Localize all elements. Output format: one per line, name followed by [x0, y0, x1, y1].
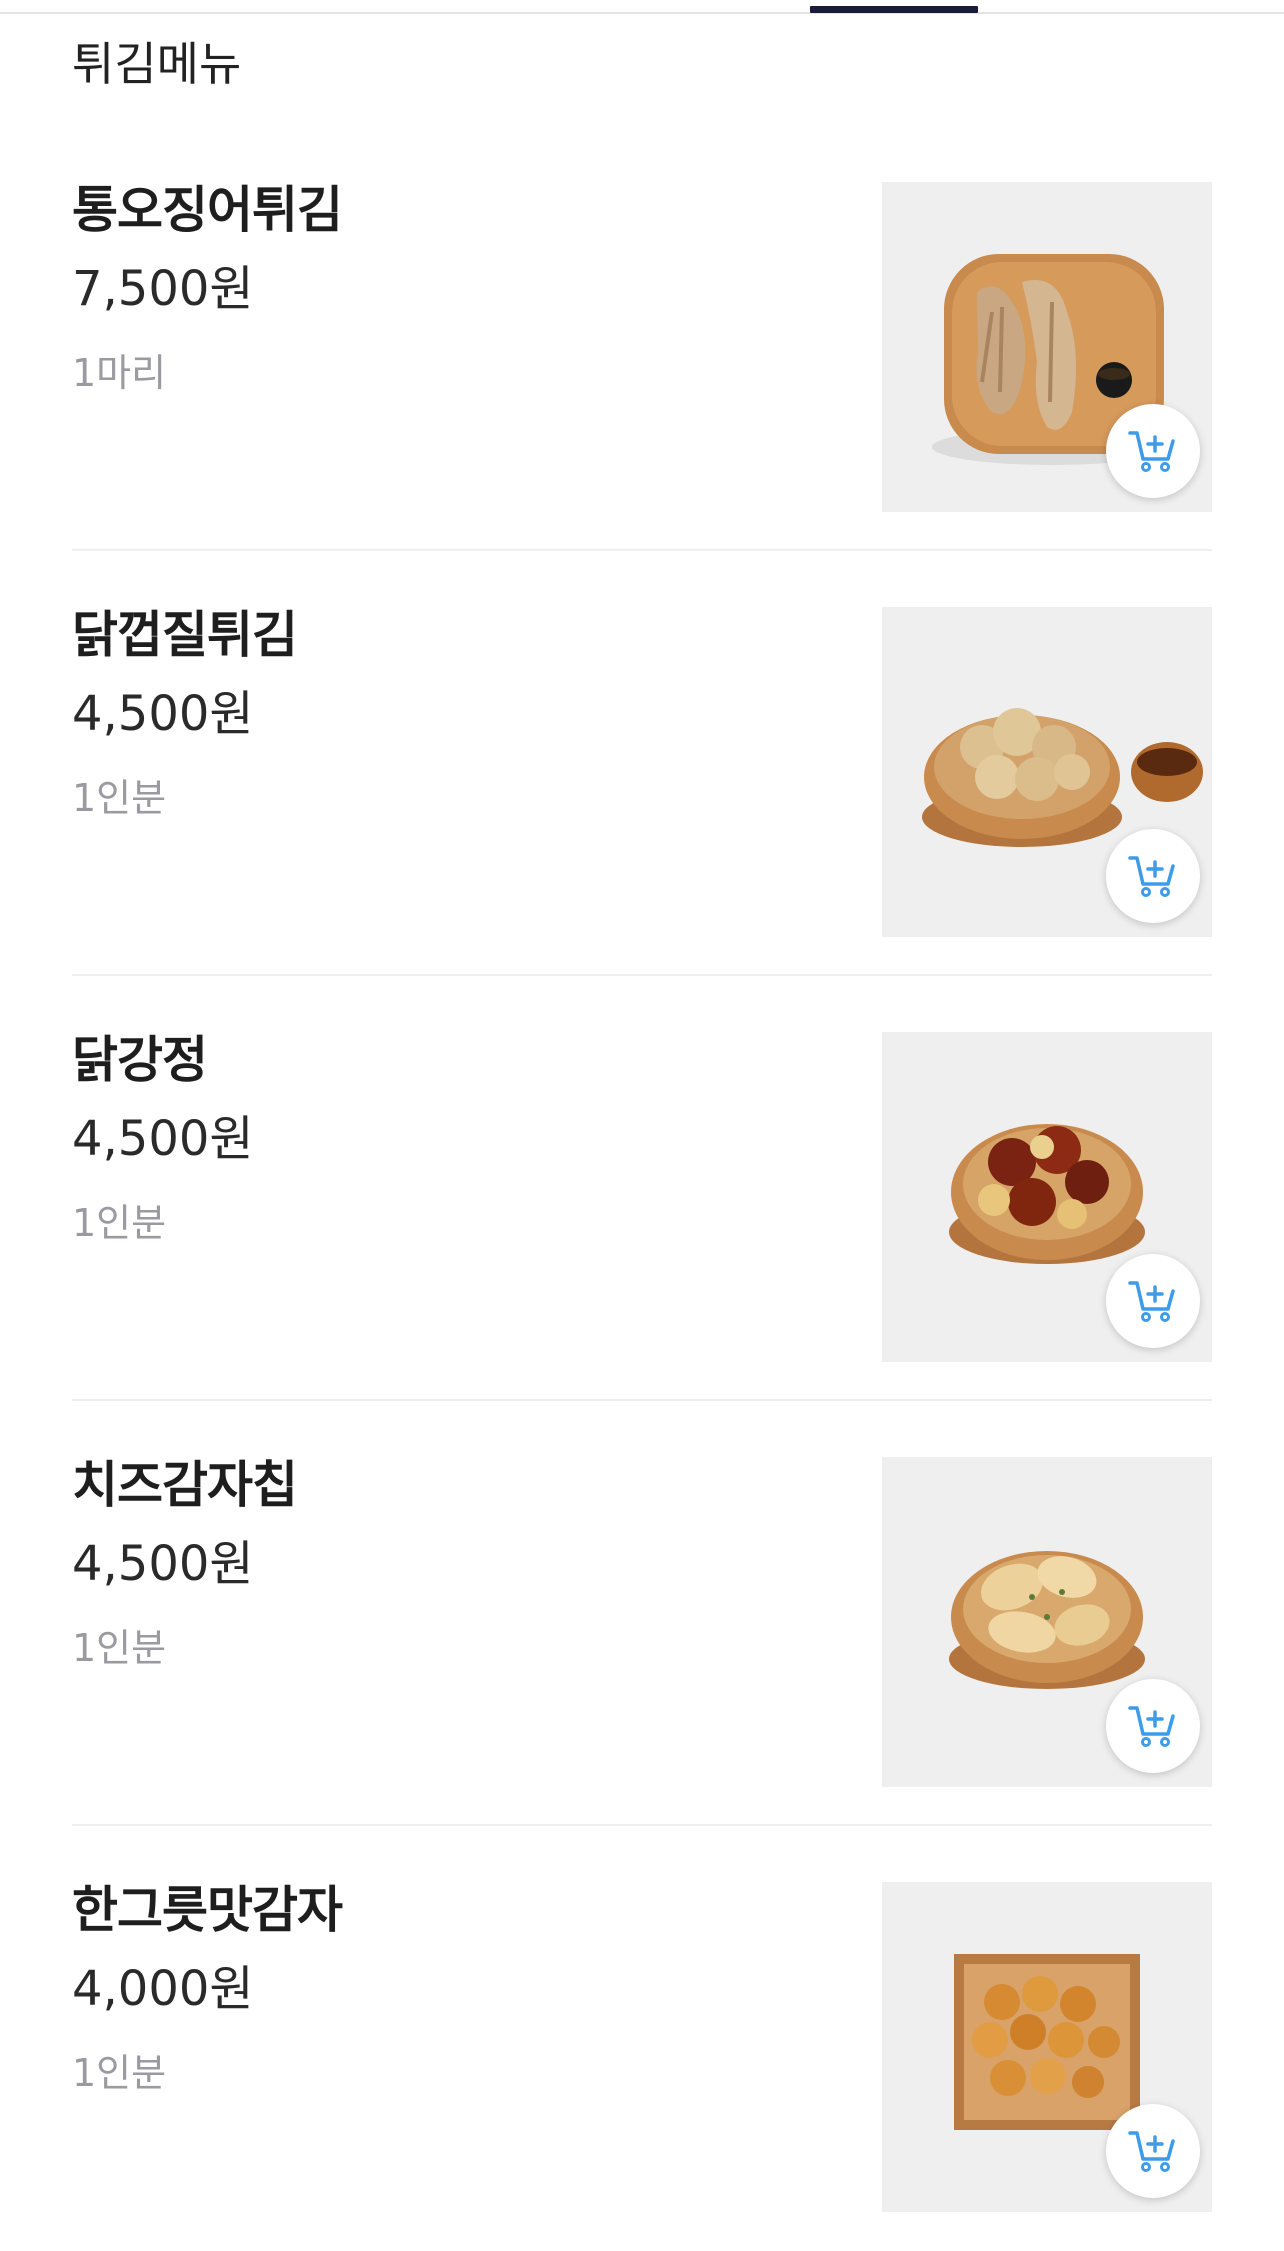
menu-item-image[interactable] [882, 182, 1212, 512]
menu-item[interactable]: 닭껍질튀김 4,500원 1인분 [72, 551, 1212, 976]
menu-item-image[interactable] [882, 1882, 1212, 2212]
add-to-cart-button[interactable] [1106, 1679, 1200, 1773]
add-to-cart-button[interactable] [1106, 1254, 1200, 1348]
cart-icon [1128, 1281, 1175, 1322]
menu-item-price: 4,500원 [72, 1536, 254, 1592]
menu-item-name: 한그릇맛감자 [72, 1881, 343, 1939]
menu-item-price: 4,500원 [72, 686, 254, 742]
menu-item[interactable]: 통오징어튀김 7,500원 1마리 [72, 126, 1212, 551]
menu-item-unit: 1인분 [72, 1626, 167, 1670]
menu-item-image[interactable] [882, 1457, 1212, 1787]
menu-item-name: 치즈감자칩 [72, 1456, 298, 1514]
active-tab-indicator [810, 6, 978, 13]
menu-item-price: 7,500원 [72, 261, 254, 317]
menu-item-unit: 1인분 [72, 1201, 167, 1245]
cart-icon [1128, 1706, 1175, 1747]
menu-item-price: 4,500원 [72, 1111, 254, 1167]
menu-item-unit: 1인분 [72, 776, 167, 820]
menu-item-unit: 1인분 [72, 2051, 167, 2095]
cart-icon [1128, 856, 1175, 897]
menu-item-image[interactable] [882, 607, 1212, 937]
menu-item-image[interactable] [882, 1032, 1212, 1362]
add-to-cart-button[interactable] [1106, 829, 1200, 923]
menu-item-unit: 1마리 [72, 351, 167, 395]
cart-icon [1128, 431, 1175, 472]
menu-item[interactable]: 한그릇맛감자 4,000원 1인분 [72, 1826, 1212, 2251]
menu-item-price: 4,000원 [72, 1961, 254, 2017]
menu-item[interactable]: 치즈감자칩 4,500원 1인분 [72, 1401, 1212, 1826]
tab-bar-divider [0, 12, 1284, 14]
menu-item[interactable]: 닭강정 4,500원 1인분 [72, 976, 1212, 1401]
menu-item-name: 닭강정 [72, 1031, 208, 1089]
cart-icon [1128, 2131, 1175, 2172]
menu-list: 통오징어튀김 7,500원 1마리 닭껍질튀김 4,500원 1인분 닭강정 4… [72, 126, 1212, 2251]
add-to-cart-button[interactable] [1106, 2104, 1200, 2198]
menu-item-name: 닭껍질튀김 [72, 606, 298, 664]
add-to-cart-button[interactable] [1106, 404, 1200, 498]
section-title: 튀김메뉴 [72, 37, 242, 91]
menu-item-name: 통오징어튀김 [72, 181, 343, 239]
